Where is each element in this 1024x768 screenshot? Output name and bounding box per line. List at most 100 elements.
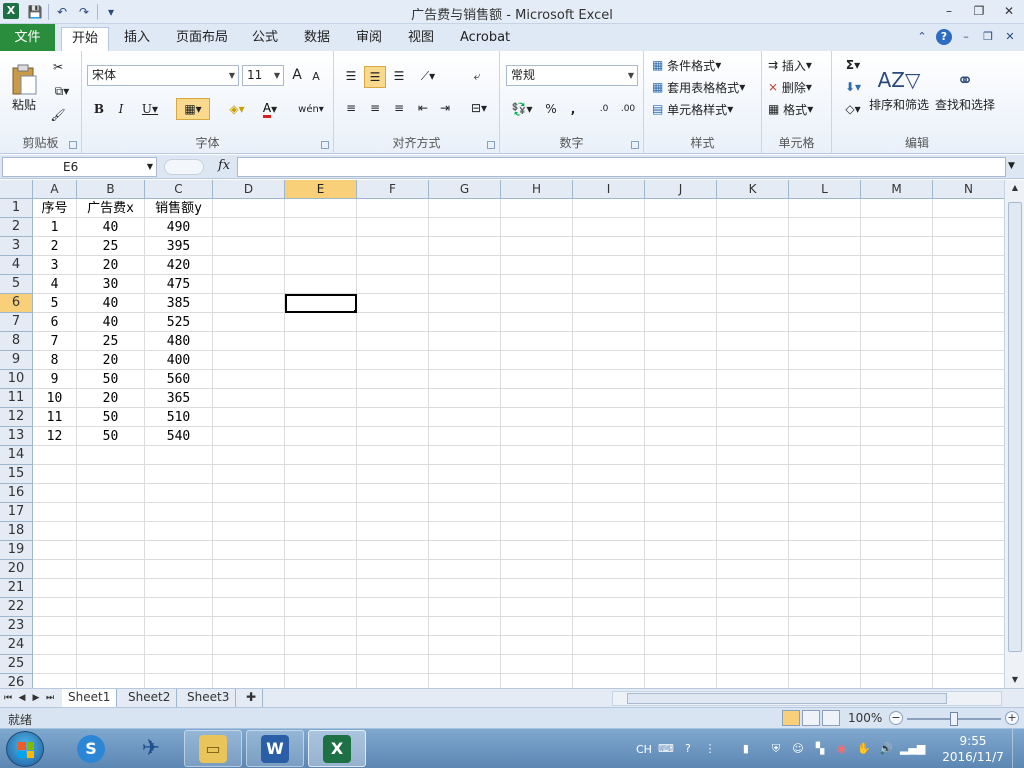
borders-button[interactable]: ▦▾ <box>176 98 210 120</box>
fill-color-icon[interactable]: ◈▾ <box>222 99 252 119</box>
format-as-table-button[interactable]: ▦ 套用表格格式 ▾ <box>652 77 745 97</box>
cell[interactable] <box>933 256 1004 275</box>
cell[interactable] <box>285 636 357 655</box>
cell[interactable] <box>861 541 933 560</box>
cell[interactable]: 365 <box>145 389 213 408</box>
row-header[interactable]: 20 <box>0 560 33 579</box>
comma-button[interactable]: , <box>566 99 580 119</box>
cell[interactable] <box>645 351 717 370</box>
expand-formula-bar-icon[interactable]: ▼ <box>1008 161 1015 171</box>
row-header[interactable]: 13 <box>0 427 33 446</box>
row-header[interactable]: 5 <box>0 275 33 294</box>
cell[interactable] <box>213 408 285 427</box>
tab-acrobat[interactable]: Acrobat <box>450 27 520 51</box>
hand-icon[interactable]: ✋ <box>856 741 872 757</box>
worksheet-grid[interactable]: A B C D E F G H I J K L M N 1 序号 广告费x 销售额y 2 1 40 490 3 2 25 395 4… <box>0 180 1004 688</box>
bold-button[interactable]: B <box>90 99 108 119</box>
cell[interactable] <box>213 218 285 237</box>
cell[interactable] <box>573 560 645 579</box>
cell[interactable] <box>501 199 573 218</box>
cell[interactable] <box>357 674 429 688</box>
cell[interactable]: 20 <box>77 351 145 370</box>
cell[interactable] <box>861 503 933 522</box>
name-box[interactable]: E6 ▼ <box>2 157 157 177</box>
italic-button[interactable]: I <box>112 99 130 119</box>
cell[interactable] <box>429 598 501 617</box>
row-header[interactable]: 9 <box>0 351 33 370</box>
wrap-text-icon[interactable]: ⤶ <box>468 67 486 85</box>
cell[interactable] <box>645 218 717 237</box>
column-header[interactable]: I <box>573 180 645 199</box>
formula-input[interactable] <box>237 157 1006 177</box>
cell[interactable] <box>717 674 789 688</box>
cell[interactable] <box>429 503 501 522</box>
cell[interactable] <box>645 275 717 294</box>
cell[interactable] <box>645 579 717 598</box>
cell[interactable] <box>645 389 717 408</box>
cell[interactable] <box>933 427 1004 446</box>
cell[interactable] <box>145 674 213 688</box>
cell[interactable] <box>145 636 213 655</box>
cell[interactable] <box>357 522 429 541</box>
cell[interactable] <box>933 655 1004 674</box>
cell[interactable] <box>285 655 357 674</box>
cell[interactable] <box>789 503 861 522</box>
cell[interactable] <box>285 503 357 522</box>
accounting-format-icon[interactable]: 💱▾ <box>508 99 536 119</box>
cell[interactable] <box>429 522 501 541</box>
help-tray-icon[interactable]: ? <box>680 741 696 757</box>
cell[interactable] <box>645 560 717 579</box>
help-icon[interactable]: ? <box>936 29 952 45</box>
cell[interactable] <box>501 598 573 617</box>
volume-icon[interactable]: 🔊 <box>878 741 894 757</box>
cell[interactable] <box>285 484 357 503</box>
cell[interactable] <box>429 351 501 370</box>
cell[interactable] <box>145 484 213 503</box>
cell[interactable] <box>789 560 861 579</box>
align-top-icon[interactable]: ☰ <box>342 67 360 85</box>
cell[interactable] <box>357 351 429 370</box>
cell[interactable] <box>429 275 501 294</box>
cell[interactable] <box>861 465 933 484</box>
row-header[interactable]: 3 <box>0 237 33 256</box>
cell[interactable] <box>573 427 645 446</box>
cell[interactable] <box>717 332 789 351</box>
cell[interactable] <box>573 275 645 294</box>
paste-button[interactable]: 粘贴 <box>6 57 42 119</box>
cell[interactable] <box>285 351 357 370</box>
cell[interactable] <box>789 275 861 294</box>
cell[interactable] <box>501 560 573 579</box>
cell[interactable] <box>789 579 861 598</box>
cell[interactable] <box>717 351 789 370</box>
cell[interactable] <box>933 408 1004 427</box>
alignment-launcher-icon[interactable] <box>487 141 495 149</box>
clipboard-launcher-icon[interactable] <box>69 141 77 149</box>
column-header[interactable]: N <box>933 180 1004 199</box>
cell[interactable] <box>933 370 1004 389</box>
cell[interactable] <box>357 484 429 503</box>
column-header[interactable]: G <box>429 180 501 199</box>
cell[interactable] <box>789 522 861 541</box>
autosum-button[interactable]: Σ ▾ <box>840 55 866 75</box>
cell[interactable] <box>717 275 789 294</box>
cell[interactable] <box>573 313 645 332</box>
cell[interactable] <box>213 237 285 256</box>
cell[interactable] <box>213 579 285 598</box>
zoom-in-button[interactable]: + <box>1005 711 1019 725</box>
decrease-decimal-icon[interactable]: .00 <box>618 99 638 119</box>
cell[interactable] <box>77 636 145 655</box>
cell[interactable] <box>573 484 645 503</box>
cell[interactable] <box>213 313 285 332</box>
cell[interactable] <box>789 446 861 465</box>
cell[interactable] <box>501 522 573 541</box>
cell[interactable] <box>573 408 645 427</box>
column-header[interactable]: L <box>789 180 861 199</box>
cell[interactable] <box>213 275 285 294</box>
row-header[interactable]: 1 <box>0 199 33 218</box>
cell[interactable] <box>861 332 933 351</box>
taskbar-word[interactable]: W <box>246 730 304 767</box>
cell[interactable]: 1 <box>33 218 77 237</box>
cell[interactable] <box>645 408 717 427</box>
cell[interactable] <box>789 484 861 503</box>
cell[interactable] <box>717 484 789 503</box>
